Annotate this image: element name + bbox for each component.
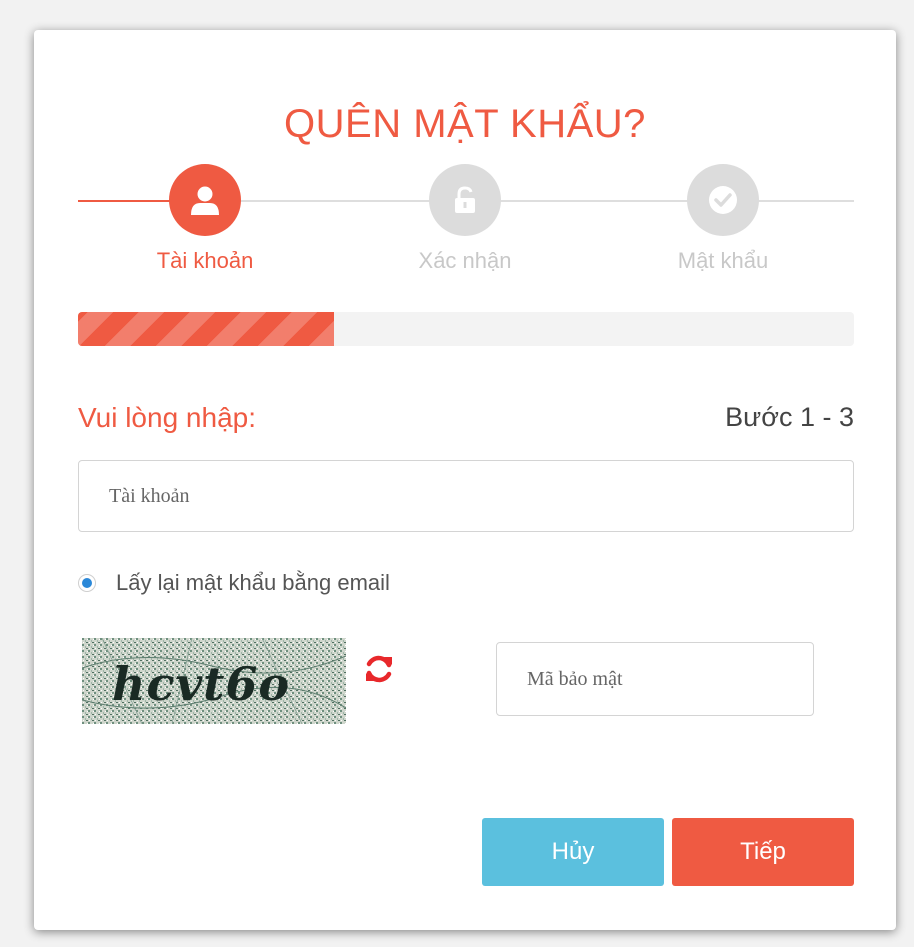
account-input[interactable] [78, 460, 854, 532]
step-account-circle [169, 164, 241, 236]
check-icon [709, 186, 737, 214]
refresh-icon [366, 655, 392, 683]
step-indicator: Bước 1 - 3 [725, 402, 854, 432]
step-account: Tài khoản [135, 164, 275, 274]
progress-bar-fill [78, 312, 335, 346]
form-prompt: Vui lòng nhập: [78, 402, 256, 433]
step-password: Mật khẩu [653, 164, 793, 274]
security-code-input[interactable] [496, 642, 814, 716]
user-icon [191, 186, 219, 215]
refresh-captcha-button[interactable] [362, 652, 396, 686]
cancel-button[interactable]: Hủy [482, 818, 664, 886]
step-confirm-label: Xác nhận [418, 248, 512, 273]
progress-bar [78, 312, 854, 346]
step-password-label: Mật khẩu [677, 248, 769, 273]
dialog-title: QUÊN MẬT KHẨU? [284, 102, 646, 146]
radio-selected-dot [82, 578, 92, 588]
step-password-circle [687, 164, 759, 236]
email-recovery-label: Lấy lại mật khẩu bằng email [116, 570, 390, 595]
forgot-password-dialog: QUÊN MẬT KHẨU? Tài khoản Xác nhận Mật kh… [34, 30, 896, 930]
step-confirm-circle [429, 164, 501, 236]
unlock-icon [455, 186, 475, 213]
next-button[interactable]: Tiếp [672, 818, 854, 886]
email-recovery-radio[interactable] [78, 574, 96, 592]
step-confirm: Xác nhận [395, 164, 535, 274]
step-account-label: Tài khoản [156, 248, 254, 273]
email-recovery-option[interactable]: Lấy lại mật khẩu bằng email [78, 570, 390, 596]
captcha-text: hcvt6o [112, 657, 290, 711]
captcha-image: hcvt6o [82, 638, 346, 724]
